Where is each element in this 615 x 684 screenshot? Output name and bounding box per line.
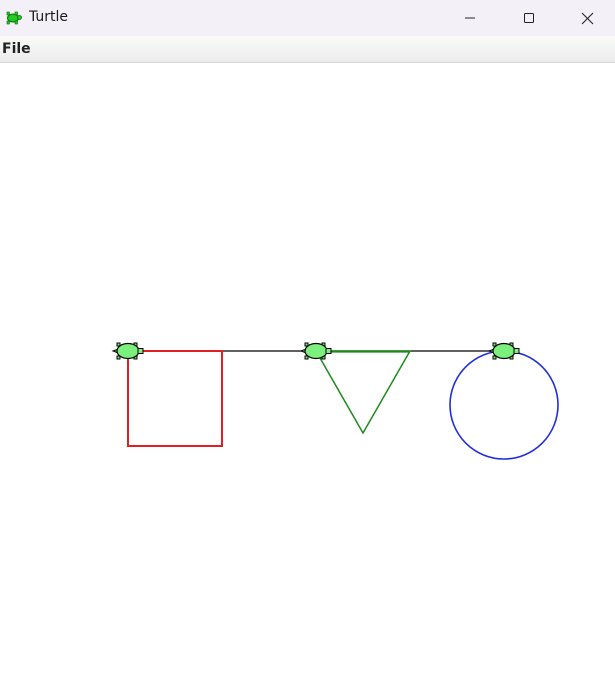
turtle-drawing xyxy=(111,342,559,460)
turtle-3 xyxy=(487,342,520,360)
blue-circle xyxy=(449,350,559,460)
menu-bar: File xyxy=(0,36,615,63)
turtle-1 xyxy=(111,342,144,360)
title-bar[interactable]: Turtle xyxy=(0,0,615,36)
close-icon xyxy=(581,12,593,24)
red-square xyxy=(127,350,223,447)
turtle-2 xyxy=(299,342,332,360)
minimize-button[interactable] xyxy=(441,0,499,36)
drawing-canvas[interactable] xyxy=(0,64,615,684)
turtle-icon xyxy=(6,11,22,25)
green-triangle xyxy=(314,350,412,435)
maximize-button[interactable] xyxy=(500,0,558,36)
minimize-icon xyxy=(465,17,475,19)
window-title: Turtle xyxy=(29,9,69,25)
menu-file[interactable]: File xyxy=(2,41,31,57)
maximize-icon xyxy=(524,13,534,23)
close-button[interactable] xyxy=(558,0,615,36)
turtle-window: Turtle File xyxy=(0,0,615,684)
